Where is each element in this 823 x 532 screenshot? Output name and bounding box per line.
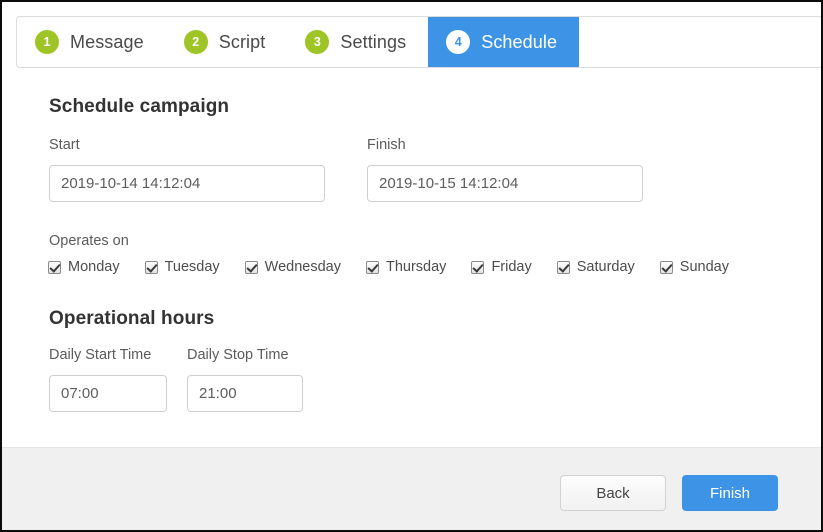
step-number-badge: 1 [35,30,59,54]
day-label: Friday [491,259,532,275]
operates-on-label: Operates on [49,233,129,249]
checkbox-icon[interactable] [144,260,158,274]
day-checkbox-sunday[interactable]: Sunday [659,259,729,275]
day-checkbox-monday[interactable]: Monday [48,259,120,275]
start-label: Start [49,137,80,153]
step-number-badge: 3 [305,30,330,54]
checkbox-icon[interactable] [556,260,570,274]
tab-message[interactable]: 1 Message [17,17,166,67]
operates-on-day-group: Monday Tuesday Wednesday Thursday Friday… [48,259,813,275]
day-label: Tuesday [164,259,220,275]
day-checkbox-saturday[interactable]: Saturday [556,259,635,275]
finish-button[interactable]: Finish [682,475,778,511]
schedule-campaign-heading: Schedule campaign [49,96,230,117]
schedule-form: Schedule campaign Start Finish Operates … [2,70,821,448]
day-checkbox-friday[interactable]: Friday [471,259,532,275]
checkbox-icon[interactable] [48,260,61,274]
daily-stop-time-input[interactable] [187,375,303,412]
checkbox-icon[interactable] [244,260,258,274]
finish-label: Finish [367,137,406,153]
day-label: Thursday [385,259,447,275]
tab-label: Settings [340,31,407,52]
day-label: Wednesday [264,259,341,275]
finish-datetime-input[interactable] [367,165,643,202]
checkbox-icon[interactable] [365,260,379,274]
day-checkbox-wednesday[interactable]: Wednesday [244,259,341,275]
start-datetime-input[interactable] [49,165,325,202]
tab-schedule[interactable]: 4 Schedule [428,17,580,67]
tab-label: Script [218,31,266,52]
checkbox-icon[interactable] [471,260,485,274]
step-number-badge: 4 [446,30,471,54]
wizard-tab-bar: 1 Message 2 Script 3 Settings 4 Schedule [16,16,821,68]
daily-start-time-label: Daily Start Time [49,347,152,363]
daily-start-time-input[interactable] [49,375,167,412]
checkbox-icon[interactable] [659,260,673,274]
daily-stop-time-label: Daily Stop Time [187,347,289,363]
day-label: Monday [68,259,120,275]
tab-label: Schedule [481,31,558,52]
wizard-footer: Back Finish [2,447,821,530]
campaign-wizard-window: 1 Message 2 Script 3 Settings 4 Schedule… [0,0,823,532]
back-button[interactable]: Back [560,475,666,511]
tab-settings[interactable]: 3 Settings [287,17,428,67]
day-checkbox-thursday[interactable]: Thursday [365,259,447,275]
day-label: Sunday [679,259,729,275]
tab-label: Message [70,31,144,52]
day-label: Saturday [576,259,635,275]
step-number-badge: 2 [183,30,208,54]
tab-script[interactable]: 2 Script [166,17,288,67]
operational-hours-heading: Operational hours [49,308,215,329]
day-checkbox-tuesday[interactable]: Tuesday [144,259,220,275]
